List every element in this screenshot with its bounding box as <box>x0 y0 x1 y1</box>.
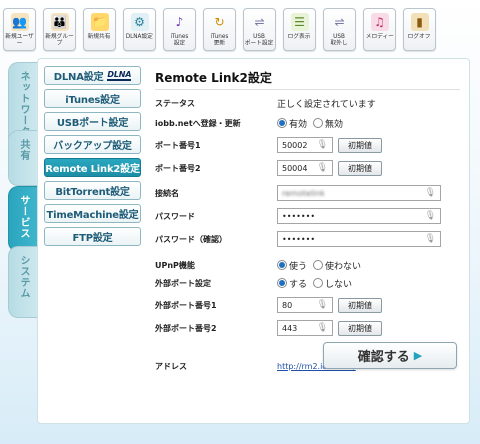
port2-default-button[interactable]: 初期値 <box>338 160 382 176</box>
dlna-settings-button[interactable]: ⚙ DLNA設定 <box>123 8 156 51</box>
ext-port-on-label: する <box>289 279 308 290</box>
ext-port-setting-label: 外部ポート設定 <box>155 278 211 288</box>
conn-name-label: 接続名 <box>155 188 179 198</box>
password-input[interactable]: ••••••• 🎙 <box>277 208 441 224</box>
arrow-right-icon: ▶ <box>413 349 423 362</box>
usb-remove-button[interactable]: ⇌ USB 取外し <box>323 8 356 51</box>
iobb-enable-radio[interactable] <box>277 118 287 128</box>
upnp-row: UPnP機能 使う 使わない <box>155 255 460 275</box>
new-group-button[interactable]: 👪 新規グループ <box>43 8 76 51</box>
upnp-on-radio[interactable] <box>277 260 287 270</box>
iobb-row: iobb.netへ登録・更新 有効 無効 <box>155 113 460 133</box>
toolbar: 👥 新規ユーザー 👪 新規グループ 📁 新規共有 ⚙ DLNA設定 ♪ iTun… <box>3 2 477 58</box>
sub-nav-bittorrent[interactable]: BitTorrent設定 <box>44 181 141 200</box>
page-title: Remote Link2設定 <box>155 69 460 90</box>
log-view-icon: ☰ <box>290 13 309 31</box>
melody-icon: ♫ <box>370 13 389 31</box>
sub-nav-usb-port[interactable]: USBポート設定 <box>44 112 141 131</box>
ext-port2-default-button[interactable]: 初期値 <box>338 320 382 336</box>
password-confirm-label: パスワード（確認） <box>155 234 227 244</box>
confirm-button[interactable]: 確認する ▶ <box>323 342 457 369</box>
mic-icon: 🎙 <box>316 163 328 173</box>
ext-port2-input[interactable]: 443 🎙 <box>277 320 333 336</box>
status-value: 正しく設定されています <box>277 99 376 110</box>
itunes-update-button[interactable]: ↻ iTunes 更新 <box>203 8 236 51</box>
side-tab-share[interactable]: 共有 <box>8 130 38 186</box>
side-tab-service[interactable]: サービス <box>8 186 38 252</box>
ext-port2-row: 外部ポート番号2 443 🎙 初期値 <box>155 318 460 338</box>
user-add-icon: 👥 <box>10 13 29 31</box>
sub-nav-ftp[interactable]: FTP設定 <box>44 227 141 246</box>
upnp-off-label: 使わない <box>325 261 362 272</box>
sub-nav-dlna[interactable]: DLNA設定 DLNA <box>44 66 141 85</box>
mic-icon: 🎙 <box>424 188 436 198</box>
dlna-logo-icon: DLNA <box>107 69 132 81</box>
settings-panel: DLNA設定 DLNA iTunes設定 USBポート設定 バックアップ設定 R… <box>37 58 470 424</box>
itunes-settings-button[interactable]: ♪ iTunes 設定 <box>163 8 196 51</box>
address-label: アドレス <box>155 361 187 371</box>
sub-nav-remote-link2[interactable]: Remote Link2設定 <box>44 158 141 177</box>
port1-input[interactable]: 50002 🎙 <box>277 137 333 153</box>
port1-row: ポート番号1 50002 🎙 初期値 <box>155 135 460 155</box>
ext-port1-default-button[interactable]: 初期値 <box>338 297 382 313</box>
itunes-settings-icon: ♪ <box>175 15 184 29</box>
password-confirm-row: パスワード（確認） ••••••• 🎙 <box>155 229 460 249</box>
conn-name-row: 接続名 remotelink 🎙 <box>155 183 460 203</box>
upnp-on-label: 使う <box>289 261 308 272</box>
itunes-update-icon: ↻ <box>214 15 225 29</box>
mic-icon: 🎙 <box>316 300 328 310</box>
port1-default-button[interactable]: 初期値 <box>338 137 382 153</box>
ext-port-setting-row: 外部ポート設定 する しない <box>155 273 460 293</box>
melody-button[interactable]: ♫ メロディー <box>363 8 396 51</box>
port2-row: ポート番号2 50004 🎙 初期値 <box>155 158 460 178</box>
upnp-off-radio[interactable] <box>313 260 324 270</box>
mic-icon: 🎙 <box>424 211 436 221</box>
mic-icon: 🎙 <box>316 323 328 333</box>
ext-port2-label: 外部ポート番号2 <box>155 323 217 333</box>
sub-nav-timemachine[interactable]: TimeMachine設定 <box>44 204 141 223</box>
sub-nav-itunes[interactable]: iTunes設定 <box>44 89 141 108</box>
sub-nav-backup[interactable]: バックアップ設定 <box>44 135 141 154</box>
password-row: パスワード ••••••• 🎙 <box>155 206 460 226</box>
logoff-icon: ▮ <box>410 13 429 31</box>
new-user-button[interactable]: 👥 新規ユーザー <box>3 8 36 51</box>
ext-port-off-radio[interactable] <box>313 278 324 288</box>
ext-port-on-radio[interactable] <box>277 278 287 288</box>
port1-label: ポート番号1 <box>155 140 201 150</box>
dlna-settings-icon: ⚙ <box>130 13 149 31</box>
iobb-enable-label: 有効 <box>289 119 308 130</box>
ext-port1-label: 外部ポート番号1 <box>155 300 217 310</box>
port2-label: ポート番号2 <box>155 163 201 173</box>
status-label: ステータス <box>155 98 195 108</box>
ext-port-off-label: しない <box>325 279 353 290</box>
mic-icon: 🎙 <box>424 234 436 244</box>
log-view-button[interactable]: ☰ ログ表示 <box>283 8 316 51</box>
usb-port-settings-button[interactable]: ⇌ USB ポート設定 <box>243 8 276 51</box>
status-row: ステータス 正しく設定されています <box>155 93 460 113</box>
upnp-label: UPnP機能 <box>155 260 195 270</box>
mic-icon: 🎙 <box>316 140 328 150</box>
iobb-label: iobb.netへ登録・更新 <box>155 118 241 128</box>
folder-share-icon: 📁 <box>90 13 109 31</box>
sub-nav: DLNA設定 DLNA iTunes設定 USBポート設定 バックアップ設定 R… <box>44 66 141 250</box>
password-confirm-input[interactable]: ••••••• 🎙 <box>277 231 441 247</box>
iobb-disable-label: 無効 <box>325 119 344 130</box>
ext-port1-row: 外部ポート番号1 80 🎙 初期値 <box>155 295 460 315</box>
port2-input[interactable]: 50004 🎙 <box>277 160 333 176</box>
usb-port-icon: ⇌ <box>254 15 265 29</box>
usb-remove-icon: ⇌ <box>334 15 345 29</box>
ext-port1-input[interactable]: 80 🎙 <box>277 297 333 313</box>
iobb-disable-radio[interactable] <box>313 118 324 128</box>
password-label: パスワード <box>155 211 195 221</box>
new-share-button[interactable]: 📁 新規共有 <box>83 8 116 51</box>
side-tab-system[interactable]: システム <box>8 246 38 318</box>
conn-name-input[interactable]: remotelink 🎙 <box>277 185 441 201</box>
group-add-icon: 👪 <box>50 13 69 31</box>
logoff-button[interactable]: ▮ ログオフ <box>403 8 436 51</box>
